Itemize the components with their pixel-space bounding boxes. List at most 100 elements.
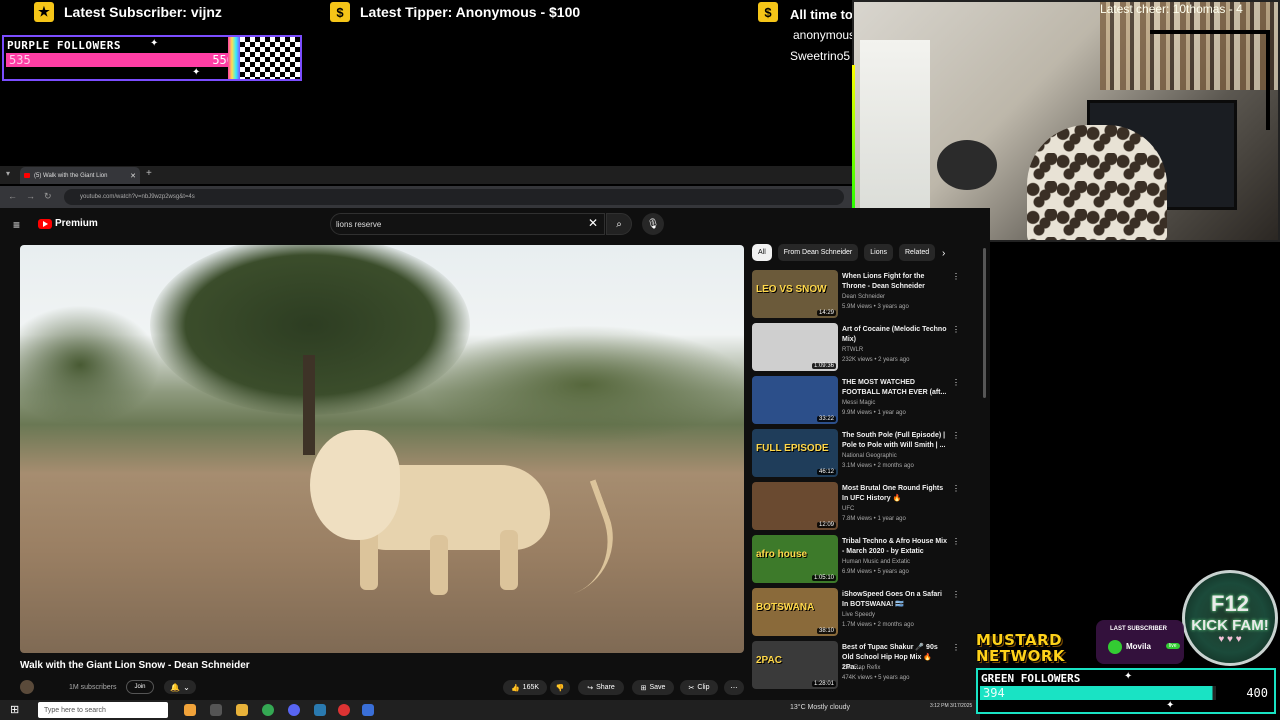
channel-avatar[interactable] bbox=[20, 680, 34, 694]
recommendation-channel[interactable]: RTWLR bbox=[842, 345, 950, 355]
recommendation-item[interactable]: LEO VS SNOW 14:29 When Lions Fight for the… bbox=[752, 270, 962, 320]
last-subscriber-heading: LAST SUBSCRIBER bbox=[1110, 626, 1168, 632]
url-field[interactable]: youtube.com/watch?v=nbJ9wzp2wsg&t=4s bbox=[64, 189, 844, 205]
task-view-icon[interactable] bbox=[210, 704, 222, 716]
more-options-icon[interactable]: ⋮ bbox=[952, 537, 960, 546]
recommendation-stats: 474K views • 5 years ago bbox=[842, 675, 910, 681]
discord-icon[interactable] bbox=[288, 704, 300, 716]
recommendation-title[interactable]: Tribal Techno & Afro House Mix - March 2… bbox=[842, 537, 950, 557]
recommendation-item[interactable]: 12:09 Most Brutal One Round Fights In UFC… bbox=[752, 482, 962, 532]
chip-related[interactable]: Related bbox=[899, 244, 936, 261]
like-button[interactable]: 👍 165K bbox=[503, 680, 547, 695]
search-icon: ⌕ bbox=[616, 218, 622, 230]
recommendation-item[interactable]: FULL EPISODE 46:12 The South Pole (Full Ep… bbox=[752, 429, 962, 479]
clear-search-icon[interactable]: ✕ bbox=[588, 216, 598, 230]
green-goal-current: 394 bbox=[983, 686, 1005, 700]
recommendation-item[interactable]: 2PAC 1:28:01 Best of Tupac Shakur 🎤 90s Ol… bbox=[752, 641, 962, 691]
recommendation-channel[interactable]: Dean Schneider bbox=[842, 292, 950, 302]
recommendation-channel[interactable]: Live Speedy bbox=[842, 610, 950, 620]
taskbar-weather[interactable]: 13°C Mostly cloudy bbox=[790, 704, 850, 711]
chip-from-dean-schneider[interactable]: From Dean Schneider bbox=[777, 244, 859, 261]
kick-fam-badge: F12 KICK FAM! ♥ ♥ ♥ bbox=[1182, 570, 1278, 666]
youtube-logo[interactable]: Premium bbox=[38, 218, 98, 229]
recommendation-thumbnail[interactable]: FULL EPISODE 46:12 bbox=[752, 429, 838, 477]
chevron-right-icon[interactable]: › bbox=[942, 248, 945, 259]
purple-goal-current: 535 bbox=[9, 53, 31, 67]
chip-all[interactable]: All bbox=[752, 244, 772, 261]
new-tab-icon[interactable]: + bbox=[146, 168, 152, 179]
recommendation-thumbnail[interactable]: afro house 1:05:10 bbox=[752, 535, 838, 583]
more-options-icon[interactable]: ⋮ bbox=[952, 643, 960, 652]
recommendation-title[interactable]: Most Brutal One Round Fights In UFC Hist… bbox=[842, 484, 950, 504]
dollar-icon: $ bbox=[330, 2, 350, 22]
clip-button[interactable]: ✂ Clip bbox=[680, 680, 718, 695]
purple-goal-label: PURPLE FOLLOWERS bbox=[7, 39, 121, 52]
recommendation-channel[interactable]: Messi Magic bbox=[842, 398, 950, 408]
recommendation-title[interactable]: Art of Cocaine (Melodic Techno Mix) bbox=[842, 325, 950, 345]
more-actions-button[interactable]: ⋯ bbox=[724, 680, 744, 695]
chip-lions[interactable]: Lions bbox=[864, 244, 893, 261]
share-button[interactable]: ↪ Share bbox=[578, 680, 624, 695]
tab-list-icon[interactable]: ▾ bbox=[6, 169, 10, 178]
more-options-icon[interactable]: ⋮ bbox=[952, 325, 960, 334]
green-goal-target: 400 bbox=[1246, 686, 1268, 700]
hamburger-menu-icon[interactable]: ≡ bbox=[13, 218, 20, 232]
forward-icon[interactable]: → bbox=[26, 191, 35, 201]
recommendation-item[interactable]: 1:09:36 Art of Cocaine (Melodic Techno Mi… bbox=[752, 323, 962, 373]
bell-icon: 🔔 bbox=[170, 682, 181, 692]
recommendation-title[interactable]: iShowSpeed Goes On a Safari In BOTSWANA!… bbox=[842, 590, 950, 610]
recommendations-scrollbar[interactable] bbox=[983, 248, 986, 398]
chrome-icon[interactable] bbox=[262, 704, 274, 716]
video-duration: 1:09:36 bbox=[811, 363, 836, 369]
widget-icon[interactable] bbox=[184, 704, 196, 716]
more-options-icon[interactable]: ⋮ bbox=[952, 590, 960, 599]
video-duration: 14:29 bbox=[816, 310, 836, 316]
recommendation-title[interactable]: THE MOST WATCHED FOOTBALL MATCH EVER (af… bbox=[842, 378, 950, 398]
taskbar-clock[interactable]: 3:12 PM 3/17/2025 bbox=[930, 703, 972, 710]
file-explorer-icon[interactable] bbox=[236, 704, 248, 716]
recommendation-channel[interactable]: Human Music and Extatic bbox=[842, 557, 950, 567]
search-input[interactable]: lions reserve bbox=[330, 213, 605, 235]
recommendation-title[interactable]: When Lions Fight for the Throne - Dean S… bbox=[842, 272, 950, 292]
back-icon[interactable]: ← bbox=[8, 191, 17, 201]
obs-icon[interactable] bbox=[338, 704, 350, 716]
app-icon[interactable] bbox=[362, 704, 374, 716]
more-options-icon[interactable]: ⋮ bbox=[952, 272, 960, 281]
more-options-icon[interactable]: ⋮ bbox=[952, 484, 960, 493]
join-button[interactable]: Join bbox=[126, 680, 154, 694]
recommendation-item[interactable]: afro house 1:05:10 Tribal Techno & Afro Ho… bbox=[752, 535, 962, 585]
search-button[interactable]: ⌕ bbox=[606, 213, 632, 235]
save-button[interactable]: ⊞ Save bbox=[632, 680, 674, 695]
recommendation-channel[interactable]: The Rap Refix bbox=[842, 663, 950, 673]
filter-chips: All From Dean Schneider Lions Related bbox=[752, 244, 936, 262]
tab-youtube[interactable]: (5) Walk with the Giant Lion ✕ bbox=[20, 167, 140, 184]
thumbs-up-icon: 👍 bbox=[510, 684, 520, 692]
subscribed-bell-button[interactable]: 🔔 ⌄ bbox=[164, 680, 196, 694]
recommendation-thumbnail[interactable]: LEO VS SNOW 14:29 bbox=[752, 270, 838, 318]
windows-start-icon[interactable]: ⊞ bbox=[10, 703, 19, 716]
reload-icon[interactable]: ↻ bbox=[44, 191, 52, 202]
recommendation-thumbnail[interactable]: 2PAC 1:28:01 bbox=[752, 641, 838, 689]
recommendation-channel[interactable]: National Geographic bbox=[842, 451, 950, 461]
close-tab-icon[interactable]: ✕ bbox=[130, 172, 136, 180]
more-options-icon[interactable]: ⋮ bbox=[952, 378, 960, 387]
recommendation-item[interactable]: 33:22 THE MOST WATCHED FOOTBALL MATCH EVE… bbox=[752, 376, 962, 426]
recommendation-title[interactable]: The South Pole (Full Episode) | Pole to … bbox=[842, 431, 950, 451]
recommendation-thumbnail[interactable]: 12:09 bbox=[752, 482, 838, 530]
voice-search-button[interactable]: 🎙 bbox=[642, 213, 664, 235]
dislike-button[interactable]: 👎 bbox=[550, 680, 570, 695]
more-options-icon[interactable]: ⋮ bbox=[952, 431, 960, 440]
recommendation-thumbnail[interactable]: 1:09:36 bbox=[752, 323, 838, 371]
like-count: 165K bbox=[522, 684, 540, 691]
recommendation-meta: National Geographic 3.1M views • 2 months… bbox=[842, 451, 950, 471]
app-icon[interactable] bbox=[314, 704, 326, 716]
video-player[interactable] bbox=[20, 245, 744, 653]
recommendation-channel[interactable]: UFC bbox=[842, 504, 950, 514]
recommendation-thumbnail[interactable]: 33:22 bbox=[752, 376, 838, 424]
recommendation-item[interactable]: BOTSWANA 38:10 iShowSpeed Goes On a Safari… bbox=[752, 588, 962, 638]
taskbar-search-input[interactable]: Type here to search bbox=[38, 702, 168, 718]
tab-title: (5) Walk with the Giant Lion bbox=[34, 172, 108, 179]
recommendation-stats: 5.9M views • 3 years ago bbox=[842, 304, 909, 310]
video-title: Walk with the Giant Lion Snow - Dean Sch… bbox=[20, 660, 250, 671]
recommendation-thumbnail[interactable]: BOTSWANA 38:10 bbox=[752, 588, 838, 636]
